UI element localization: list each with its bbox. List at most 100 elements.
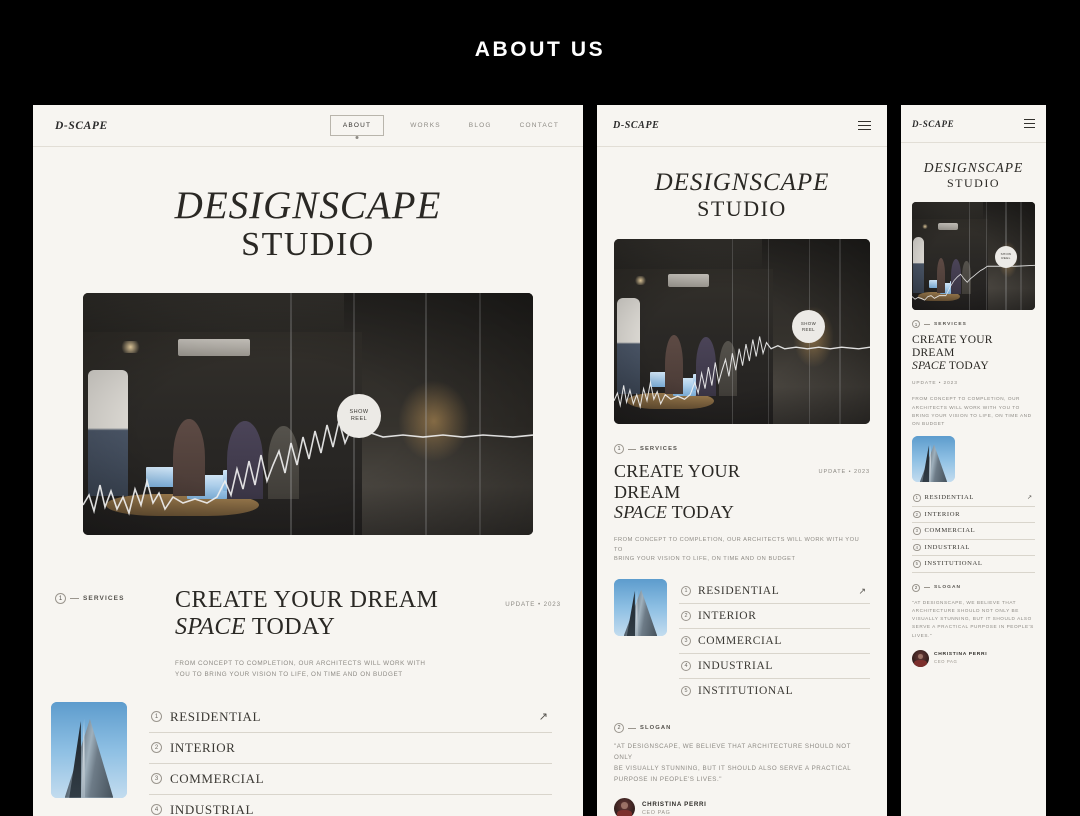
service-item-commercial[interactable]: 3 COMMERCIAL <box>149 764 552 795</box>
hero-title-line1: DESIGNSCAPE <box>923 160 1024 175</box>
service-item-institutional[interactable]: 5 INSTITUTIONAL <box>912 556 1035 573</box>
service-item-industrial[interactable]: 4 INDUSTRIAL <box>149 795 552 816</box>
service-item-interior[interactable]: 2 INTERIOR <box>912 507 1035 524</box>
slogan-tag-label: SLOGAN <box>640 725 672 732</box>
service-item-commercial[interactable]: 3 COMMERCIAL <box>679 629 870 655</box>
slogan-tag-number: 2 <box>912 583 920 592</box>
service-label: INDUSTRIAL <box>698 660 773 673</box>
mobile-slogan-section: 2 SLOGAN "AT DESIGNSCAPE, WE BELIEVE THA… <box>912 583 1035 667</box>
service-number: 4 <box>913 543 921 552</box>
service-label: INDUSTRIAL <box>170 801 254 816</box>
menu-icon[interactable] <box>858 120 871 131</box>
service-item-interior[interactable]: 2 INTERIOR <box>679 604 870 630</box>
nav-item-about[interactable]: ABOUT <box>329 115 385 136</box>
menu-icon[interactable] <box>1024 118 1035 129</box>
services-heading: CREATE YOUR DREAM SPACE TODAY <box>175 587 491 642</box>
nav-item-blog[interactable]: BLOG <box>467 117 494 134</box>
services-tag-number: 1 <box>614 444 624 454</box>
hero-title: DESIGNSCAPE STUDIO <box>597 169 887 222</box>
tower-thumbnail <box>912 436 955 483</box>
service-item-residential[interactable]: 1 RESIDENTIAL ↗ <box>149 702 552 733</box>
services-heading-rest: TODAY <box>245 614 336 641</box>
mobile-preview-panel: D-SCAPE DESIGNSCAPE STUDIO SHOW REEL 1 S… <box>901 105 1046 816</box>
services-heading-emphasis: SPACE <box>175 614 246 641</box>
slogan-quote-line1: "AT DESIGNSCAPE, WE BELIEVE THAT ARCHITE… <box>614 743 851 762</box>
service-number: 5 <box>913 560 921 568</box>
brand-logo[interactable]: D-SCAPE <box>613 120 659 131</box>
tablet-preview-panel: D-SCAPE DESIGNSCAPE STUDIO SHOW REEL 1 S… <box>597 105 887 816</box>
service-item-commercial[interactable]: 3 COMMERCIAL <box>912 523 1035 540</box>
service-item-industrial[interactable]: 4 INDUSTRIAL <box>912 540 1035 557</box>
author-block: CHRISTINA PERRI CEO PAG <box>614 797 870 816</box>
avatar <box>912 649 929 667</box>
services-heading-emphasis: SPACE <box>912 360 947 373</box>
services-body: FROM CONCEPT TO COMPLETION, OUR ARCHITEC… <box>912 396 1032 426</box>
service-number: 5 <box>681 686 691 697</box>
hero-image: SHOW REEL <box>614 239 870 424</box>
service-number: 2 <box>151 742 162 754</box>
tablet-services-header: 1 SERVICES CREATE YOUR DREAM SPACE TODAY… <box>614 444 870 565</box>
service-item-institutional[interactable]: 5 INSTITUTIONAL <box>679 679 870 703</box>
author-name: CHRISTINA PERRI <box>642 800 707 808</box>
show-reel-badge[interactable]: SHOW REEL <box>792 310 825 343</box>
brand-logo[interactable]: D-SCAPE <box>912 119 954 129</box>
brand-logo[interactable]: D-SCAPE <box>55 120 108 132</box>
service-label: RESIDENTIAL <box>924 494 974 502</box>
hero-title-line1: DESIGNSCAPE <box>174 184 442 227</box>
services-heading-line1: CREATE YOUR <box>912 334 993 346</box>
desktop-preview-panel: D-SCAPE ABOUT WORKS BLOG CONTACT DESIGNS… <box>33 105 583 816</box>
services-list: 1 RESIDENTIAL ↗ 2 INTERIOR 3 COMMERCIAL … <box>679 579 870 703</box>
hero-title-line2: STUDIO <box>241 226 375 263</box>
nav-item-works[interactable]: WORKS <box>408 117 443 134</box>
service-number: 1 <box>151 711 162 723</box>
service-label: INTERIOR <box>924 510 961 518</box>
services-list: 1 RESIDENTIAL ↗ 2 INTERIOR 3 COMMERCIAL … <box>149 702 552 816</box>
services-section-tag: 1 SERVICES <box>55 593 175 604</box>
show-reel-badge[interactable]: SHOW REEL <box>337 394 381 438</box>
external-link-icon[interactable]: ↗ <box>858 586 866 597</box>
services-tag-label: SERVICES <box>640 446 679 452</box>
service-label: INSTITUTIONAL <box>924 560 983 568</box>
tablet-slogan-section: 2 SLOGAN "AT DESIGNSCAPE, WE BELIEVE THA… <box>614 723 870 816</box>
author-role: CEO PAG <box>934 659 958 665</box>
service-number: 3 <box>151 773 162 785</box>
author-role: CEO PAG <box>642 809 671 816</box>
service-label: INTERIOR <box>170 739 236 755</box>
services-update-badge: UPDATE • 2023 <box>818 469 870 475</box>
service-item-interior[interactable]: 2 INTERIOR <box>149 733 552 764</box>
services-tag-number: 1 <box>55 593 66 604</box>
service-item-industrial[interactable]: 4 INDUSTRIAL <box>679 654 870 680</box>
hero-title-line2: STUDIO <box>947 176 1000 190</box>
hero-title: DESIGNSCAPE STUDIO <box>901 160 1046 191</box>
services-tag-label: SERVICES <box>83 595 125 602</box>
mobile-topbar: D-SCAPE <box>901 105 1046 143</box>
slogan-quote-line3: PURPOSE IN PEOPLE'S LIVES." <box>614 775 722 783</box>
show-reel-line2: REEL <box>1001 256 1011 260</box>
waveform-overlay <box>83 420 533 516</box>
desktop-services-header: 1 SERVICES CREATE YOUR DREAM SPACE TODAY… <box>55 587 561 680</box>
tower-thumbnail <box>51 701 127 798</box>
service-number: 4 <box>151 804 162 816</box>
service-number: 4 <box>681 661 691 672</box>
services-tag-number: 1 <box>912 320 920 328</box>
show-reel-line2: REEL <box>801 326 816 332</box>
mobile-services-header: 1 SERVICES CREATE YOUR DREAM SPACE TODAY… <box>912 320 1035 428</box>
services-heading-line1: CREATE YOUR DREAM <box>614 461 741 502</box>
external-link-icon[interactable]: ↗ <box>539 710 548 723</box>
tablet-services-body: 1 RESIDENTIAL ↗ 2 INTERIOR 3 COMMERCIAL … <box>614 579 870 703</box>
tower-thumbnail <box>614 579 667 637</box>
service-item-residential[interactable]: 1 RESIDENTIAL ↗ <box>679 579 870 605</box>
service-item-residential[interactable]: 1 RESIDENTIAL ↗ <box>912 490 1035 507</box>
nav-item-contact[interactable]: CONTACT <box>518 117 561 134</box>
slogan-tag-number: 2 <box>614 723 624 734</box>
service-label: RESIDENTIAL <box>170 708 262 724</box>
service-number: 3 <box>681 636 691 647</box>
services-heading-line2: DREAM <box>912 347 955 360</box>
hero-title: DESIGNSCAPE STUDIO <box>33 183 583 264</box>
service-label: RESIDENTIAL <box>698 585 780 598</box>
show-reel-badge[interactable]: SHOW REEL <box>995 246 1017 268</box>
external-link-icon[interactable]: ↗ <box>1027 494 1032 501</box>
hero-image: SHOW REEL <box>83 293 533 535</box>
slogan-section-tag: 2 SLOGAN <box>912 583 1035 592</box>
services-tag-label: SERVICES <box>934 321 967 327</box>
